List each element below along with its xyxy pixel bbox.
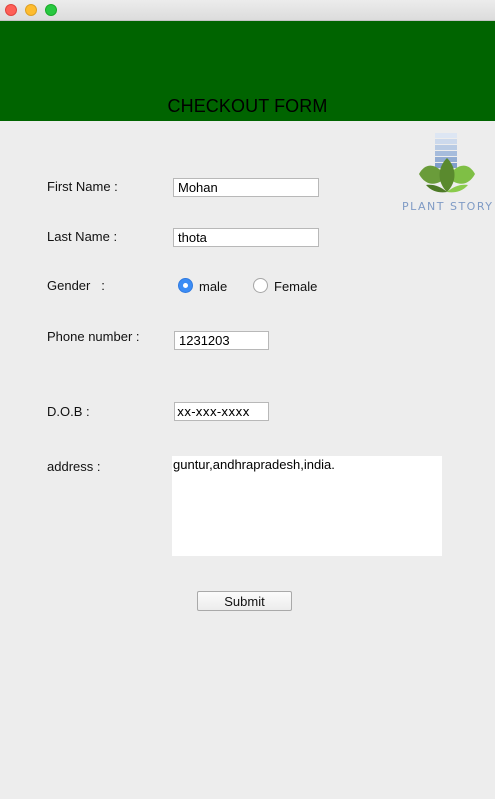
window-titlebar	[0, 0, 495, 21]
maximize-window-button[interactable]	[45, 4, 57, 16]
header-banner: CHECKOUT FORM	[0, 21, 495, 121]
last-name-input[interactable]	[173, 228, 319, 247]
gender-female-radio[interactable]	[253, 278, 268, 293]
first-name-label: First Name :	[47, 179, 118, 194]
logo-text: PLANT STORY	[402, 200, 494, 213]
gender-male-label[interactable]: male	[199, 279, 227, 294]
submit-button[interactable]: Submit	[197, 591, 292, 611]
phone-number-label: Phone number :	[47, 329, 140, 344]
gender-male-radio[interactable]	[178, 278, 193, 293]
close-window-button[interactable]	[5, 4, 17, 16]
dob-input[interactable]	[174, 402, 269, 421]
dob-label: D.O.B :	[47, 404, 90, 419]
first-name-input[interactable]	[173, 178, 319, 197]
page-title: CHECKOUT FORM	[167, 96, 328, 116]
last-name-label: Last Name :	[47, 229, 118, 244]
address-textarea[interactable]: guntur,andhrapradesh,india.	[172, 456, 442, 556]
gender-female-label[interactable]: Female	[274, 279, 317, 294]
gender-label: Gender :	[47, 278, 105, 293]
minimize-window-button[interactable]	[25, 4, 37, 16]
address-label: address :	[47, 459, 101, 474]
phone-number-input[interactable]	[174, 331, 269, 350]
